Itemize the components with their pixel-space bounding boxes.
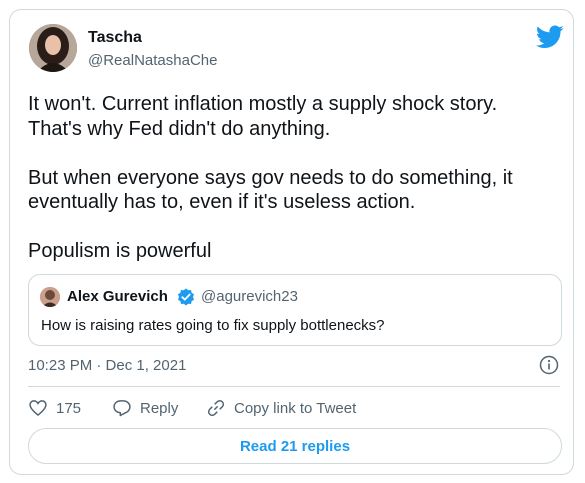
author-name[interactable]: Tascha [88,29,142,47]
quoted-tweet-text: How is raising rates going to fix supply… [41,317,385,334]
divider [28,386,560,387]
reply-button[interactable]: Reply [112,398,178,418]
tweet-card: Tascha @RealNatashaChe It won't. Current… [9,9,574,475]
author-avatar[interactable] [29,24,77,72]
copy-link-button[interactable]: Copy link to Tweet [206,398,356,418]
like-button[interactable]: 175 [28,398,81,418]
quoted-author-name: Alex Gurevich [67,288,168,305]
copy-link-label: Copy link to Tweet [234,399,357,417]
reply-label: Reply [140,399,179,417]
twitter-bird-icon[interactable] [536,25,564,49]
link-icon [207,399,225,417]
quoted-author-avatar [40,287,60,307]
tweet-timestamp[interactable]: 10:23 PM · Dec 1, 2021 [28,357,186,374]
reply-bubble-icon [113,400,131,417]
read-replies-button[interactable]: Read 21 replies [28,428,562,464]
quoted-tweet[interactable]: Alex Gurevich @agurevich23 How is raisin… [28,274,562,346]
quoted-author-handle: @agurevich23 [201,288,298,305]
info-icon[interactable] [539,355,559,375]
author-handle[interactable]: @RealNatashaChe [88,52,217,69]
like-count: 175 [56,399,82,417]
tweet-text: It won't. Current inflation mostly a sup… [28,93,513,262]
heart-icon [29,400,47,417]
verified-badge-icon [178,288,194,306]
